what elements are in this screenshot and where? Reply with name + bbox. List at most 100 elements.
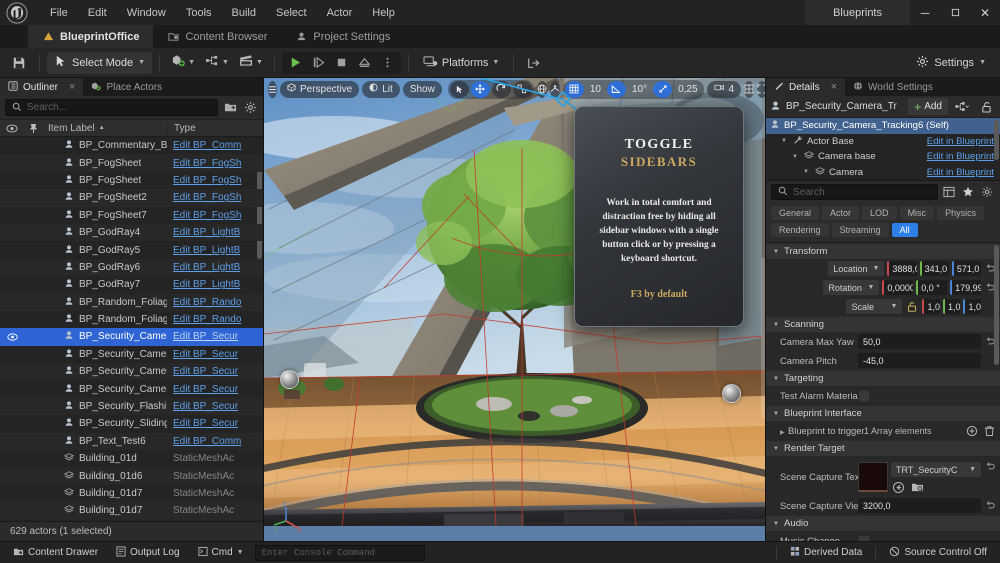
angle-snap-value[interactable]: 10° <box>628 81 651 98</box>
menu-file[interactable]: File <box>40 0 78 25</box>
move-gizmo-icon[interactable] <box>471 81 490 98</box>
column-type[interactable]: Type <box>167 123 263 134</box>
browse-asset-icon[interactable] <box>891 480 905 494</box>
edit-in-blueprint-link[interactable]: Edit in Blueprint <box>927 136 994 147</box>
menu-actor[interactable]: Actor <box>317 0 363 25</box>
outliner-row[interactable]: Building_01d7StaticMeshAc <box>0 502 263 519</box>
close-icon[interactable]: × <box>69 81 75 93</box>
property-section-header[interactable]: ▼Transform <box>766 243 1000 259</box>
search-input-wrapper[interactable] <box>5 99 218 116</box>
property-section-header[interactable]: ▼Audio <box>766 515 1000 531</box>
details-scrollbar[interactable] <box>994 245 999 365</box>
outliner-row[interactable]: BP_Security_Flashing_Alarm7Edit BP_Secur <box>0 398 263 415</box>
outliner-row[interactable]: BP_Security_Camera_TrackingEdit BP_Secur <box>0 380 263 397</box>
blueprints-button[interactable]: ▼ <box>201 52 233 74</box>
component-row[interactable]: ▼Camera baseEdit in Blueprint <box>766 149 1000 165</box>
outliner-row[interactable]: BP_GodRay4Edit BP_LightB <box>0 224 263 241</box>
row-type[interactable]: Edit BP_Rando <box>167 314 263 325</box>
row-type[interactable]: Edit BP_FogSh <box>167 175 263 186</box>
menu-help[interactable]: Help <box>362 0 405 25</box>
transform-mode-dropdown[interactable]: Location▼ <box>828 261 884 276</box>
tab-details[interactable]: Details × <box>766 78 845 96</box>
revert-icon[interactable] <box>984 501 996 510</box>
transform-mode-dropdown[interactable]: Rotation▼ <box>823 280 879 295</box>
axis-z-input[interactable]: 1,0 <box>963 299 981 314</box>
gear-icon[interactable] <box>242 99 258 116</box>
expand-arrow-icon[interactable]: ▼ <box>792 154 800 160</box>
edit-in-blueprint-link[interactable]: Edit in Blueprint <box>927 151 994 162</box>
axis-y-input[interactable]: 0,0 ° <box>916 280 947 295</box>
outliner-row[interactable]: Building_01d6StaticMeshAc <box>0 467 263 484</box>
axis-y-input[interactable]: 341,0 <box>920 261 949 276</box>
scale-snap-icon[interactable] <box>653 81 672 98</box>
axis-y-input[interactable]: 1,0 <box>943 299 961 314</box>
outliner-tree[interactable]: BP_Commentary_Box_9Edit BP_CommBP_FogShe… <box>0 137 263 521</box>
viewport-lit-button[interactable]: Lit <box>362 81 400 98</box>
viewport-handle-left[interactable] <box>280 370 299 389</box>
axis-z-input[interactable]: 179,999 <box>950 280 981 295</box>
close-icon[interactable]: × <box>831 81 837 93</box>
maximize-viewport-icon[interactable] <box>757 81 765 98</box>
more-options-icon[interactable] <box>376 52 399 74</box>
console-command-wrapper[interactable] <box>255 545 425 561</box>
tab-content-browser[interactable]: Content Browser <box>153 25 281 48</box>
row-type[interactable]: Edit BP_FogSh <box>167 210 263 221</box>
axis-z-input[interactable]: 571,0 <box>952 261 981 276</box>
filter-chip-streaming[interactable]: Streaming <box>832 223 889 237</box>
menu-build[interactable]: Build <box>222 0 266 25</box>
row-type[interactable]: Edit BP_Secur <box>167 401 263 412</box>
level-viewport[interactable]: Perspective Lit Show <box>264 78 765 541</box>
scale-snap-value[interactable]: 0,25 <box>674 81 701 98</box>
outliner-row[interactable]: BP_GodRay6Edit BP_LightB <box>0 259 263 276</box>
derived-data-button[interactable]: Derived Data <box>783 544 869 561</box>
component-row[interactable]: ▼Actor BaseEdit in Blueprint <box>766 134 1000 150</box>
details-search-wrapper[interactable] <box>771 184 938 200</box>
row-type[interactable]: Edit BP_FogSh <box>167 192 263 203</box>
row-type[interactable]: Edit BP_LightB <box>167 227 263 238</box>
close-button[interactable]: ✕ <box>970 0 1000 25</box>
grid-snap-icon[interactable] <box>565 81 584 98</box>
select-mode-button[interactable]: Select Mode ▼ <box>47 52 152 74</box>
tab-outliner[interactable]: Outliner × <box>0 78 83 96</box>
outliner-row[interactable]: Building_01d7StaticMeshAc <box>0 485 263 502</box>
find-in-content-icon[interactable] <box>910 480 924 494</box>
viewport-handle-right[interactable] <box>722 384 741 403</box>
expand-arrow-icon[interactable]: ▼ <box>781 138 789 144</box>
tab-blueprint-office[interactable]: BlueprintOffice <box>28 25 153 48</box>
grid-snap-value[interactable]: 10 <box>586 81 605 98</box>
search-input[interactable] <box>27 102 211 113</box>
outliner-row[interactable]: BP_Commentary_Box_9Edit BP_Comm <box>0 137 263 154</box>
minimize-button[interactable]: ─ <box>910 0 940 25</box>
number-input[interactable]: 3200,0 <box>858 498 981 513</box>
row-type[interactable]: Edit BP_Secur <box>167 418 263 429</box>
menu-tools[interactable]: Tools <box>176 0 222 25</box>
transform-mode-dropdown[interactable]: Scale▼ <box>846 299 902 314</box>
component-options-icon[interactable] <box>952 98 972 115</box>
settings-button[interactable]: Settings ▼ <box>908 52 994 74</box>
outliner-row[interactable]: Building_01d8StaticMeshAc <box>0 520 263 521</box>
world-coords-icon[interactable] <box>537 81 547 98</box>
menu-window[interactable]: Window <box>117 0 176 25</box>
content-drawer-button[interactable]: Content Drawer <box>6 544 105 561</box>
expand-arrow-icon[interactable]: ▼ <box>803 169 811 175</box>
filter-chip-lod[interactable]: LOD <box>862 206 897 220</box>
revert-icon[interactable] <box>984 462 996 471</box>
row-type[interactable]: Edit BP_Secur <box>167 331 263 342</box>
property-section-header[interactable]: ▼Targeting <box>766 370 1000 386</box>
eject-icon[interactable] <box>353 52 376 74</box>
outliner-row[interactable]: BP_Random_Foliage_4Edit BP_Rando <box>0 311 263 328</box>
filter-chip-actor[interactable]: Actor <box>822 206 859 220</box>
row-type[interactable]: Edit BP_LightB <box>167 279 263 290</box>
filter-chip-general[interactable]: General <box>771 206 819 220</box>
launch-icon[interactable] <box>521 52 547 74</box>
axis-x-input[interactable]: 3888,0 <box>887 261 916 276</box>
scale-gizmo-icon[interactable] <box>513 81 532 98</box>
number-input[interactable]: -45,0 <box>858 353 981 368</box>
outliner-row[interactable]: BP_Security_Camera_TrackingEdit BP_Secur <box>0 328 263 345</box>
tab-world-settings[interactable]: World Settings <box>845 78 941 96</box>
viewport-menu-icon[interactable] <box>268 81 277 98</box>
output-log-button[interactable]: Output Log <box>109 544 186 561</box>
checkbox[interactable] <box>858 390 870 402</box>
row-type[interactable]: Edit BP_Secur <box>167 349 263 360</box>
save-icon[interactable] <box>6 52 32 74</box>
